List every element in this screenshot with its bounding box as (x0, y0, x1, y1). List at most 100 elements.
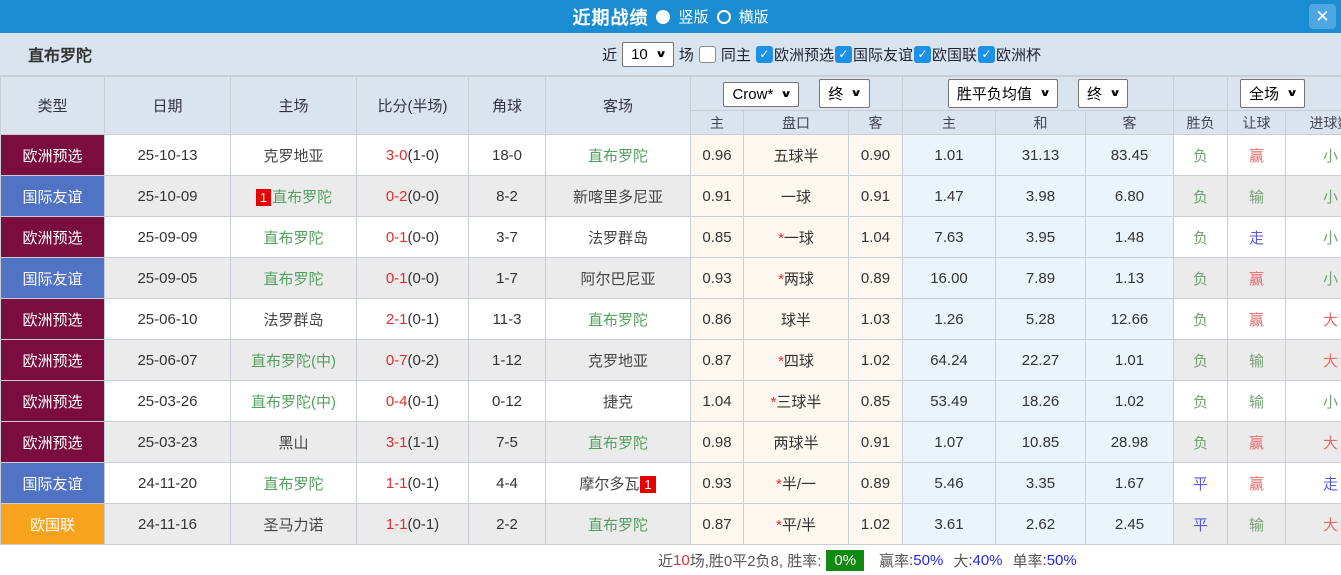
league-type-badge: 欧洲预选 (0, 380, 105, 422)
full-time-score: 1-1 (385, 515, 408, 533)
star-marker: * (775, 516, 782, 534)
europe-draw-odds: 18.26 (995, 380, 1086, 422)
result-outcome: 平 (1173, 462, 1228, 504)
corners: 7-5 (468, 421, 546, 463)
league-checkbox-1[interactable]: ✓ (834, 45, 852, 63)
win-rate-badge: 0% (826, 550, 865, 571)
league-checkbox-label: 国际友谊 (852, 46, 913, 64)
match-score: 3-0(1-0) (356, 134, 469, 176)
half-time-score: (1-1) (407, 433, 440, 451)
goals-outcome: 小 (1284, 380, 1341, 422)
crow-home-odds: 0.86 (690, 298, 744, 340)
summary-count: 10 (673, 552, 690, 569)
horizontal-layout-radio[interactable] (716, 9, 731, 24)
odd-rate-label: 单率 (1012, 553, 1043, 570)
scope-select[interactable]: 全场 ∨ (1240, 79, 1306, 108)
europe-period-select[interactable]: 终 ∨ (1078, 79, 1129, 108)
odd-rate-value: :50% (1042, 552, 1077, 569)
europe-period-value: 终 (1087, 86, 1103, 103)
vertical-layout-label[interactable]: 竖版 (678, 6, 708, 27)
match-score: 0-2(0-0) (356, 175, 469, 217)
results-table: 类型 日期 主场 比分(半场) 角球 客场 Crow* ∨ 终 ∨ 胜平负均值 … (0, 76, 1341, 545)
corners: 1-7 (468, 257, 546, 299)
vertical-layout-radio[interactable] (656, 9, 671, 24)
league-checkbox-0[interactable]: ✓ (755, 45, 773, 63)
match-date: 24-11-20 (104, 462, 231, 504)
handicap-line: 球半 (743, 298, 849, 340)
home-team: 直布罗陀 (230, 216, 357, 258)
handicap-line: 一球 (743, 175, 849, 217)
star-marker: * (770, 393, 777, 411)
europe-home-odds: 53.49 (902, 380, 996, 422)
summary-record: 场,胜0平2负8, 胜率: (689, 553, 822, 570)
subcol-eu-draw: 和 (995, 110, 1086, 135)
check-icon: ✓ (759, 47, 770, 61)
col-away: 客场 (545, 76, 691, 135)
away-team: 阿尔巴尼亚 (545, 257, 691, 299)
match-rows: 欧洲预选 25-10-13 克罗地亚 3-0(1-0) 18-0 直布罗陀 0.96 五球半 0… (0, 134, 1341, 545)
match-count-select[interactable]: 10 ∨ (622, 41, 674, 67)
team-label: 克罗地亚 (587, 352, 648, 370)
away-team: 摩尔多瓦 1 (545, 462, 691, 504)
team-label: 直布罗陀 (587, 516, 648, 534)
summary-near: 近 (658, 553, 674, 570)
close-icon[interactable]: ✕ (1309, 4, 1336, 29)
europe-home-odds: 1.07 (902, 421, 996, 463)
scope-header: 全场 ∨ (1226, 76, 1341, 111)
half-time-score: (0-1) (407, 474, 440, 492)
away-team: 捷克 (545, 380, 691, 422)
match-score: 0-7(0-2) (356, 339, 469, 381)
result-outcome: 负 (1173, 175, 1228, 217)
europe-avg-select[interactable]: 胜平负均值 ∨ (947, 79, 1058, 108)
match-score: 0-4(0-1) (356, 380, 469, 422)
league-type-badge: 国际友谊 (0, 257, 105, 299)
team-label: 摩尔多瓦 (579, 475, 640, 493)
scope-value: 全场 (1249, 86, 1280, 103)
odds-period-select[interactable]: 终 ∨ (819, 79, 870, 108)
match-score: 0-1(0-0) (356, 216, 469, 258)
result-outcome: 负 (1173, 339, 1228, 381)
away-team: 直布罗陀 (545, 298, 691, 340)
handicap-outcome: 赢 (1227, 298, 1286, 340)
odds-company-select[interactable]: Crow* ∨ (723, 82, 800, 107)
league-checkbox-label: 欧洲预选 (773, 46, 834, 64)
europe-away-odds: 2.45 (1085, 503, 1174, 545)
col-date: 日期 (104, 76, 231, 135)
star-marker: * (778, 270, 784, 288)
check-icon: ✓ (981, 47, 992, 61)
europe-avg-value: 胜平负均值 (956, 86, 1032, 103)
league-type-badge: 欧洲预选 (0, 134, 105, 176)
league-checkbox-3[interactable]: ✓ (977, 45, 995, 63)
league-checkbox-2[interactable]: ✓ (913, 45, 931, 63)
chevron-down-icon: ∨ (780, 89, 793, 100)
match-count-value: 10 (631, 45, 648, 63)
half-time-score: (1-0) (407, 146, 440, 164)
corners: 0-12 (468, 380, 546, 422)
chevron-down-icon: ∨ (1108, 88, 1122, 99)
europe-draw-odds: 7.89 (995, 257, 1086, 299)
match-score: 2-1(0-1) (356, 298, 469, 340)
goals-outcome: 大 (1284, 298, 1341, 340)
europe-away-odds: 28.98 (1085, 421, 1174, 463)
crow-home-odds: 0.87 (690, 503, 744, 545)
chevron-down-icon: ∨ (1285, 88, 1299, 99)
same-home-checkbox[interactable] (698, 45, 716, 63)
europe-away-odds: 1.67 (1085, 462, 1174, 504)
red-card-badge: 1 (255, 188, 272, 206)
goals-outcome: 大 (1284, 421, 1341, 463)
away-team: 克罗地亚 (545, 339, 691, 381)
handicap-win-rate-label: 赢率 (879, 553, 910, 570)
match-score: 3-1(1-1) (356, 421, 469, 463)
europe-odds-header: 胜平负均值 ∨ 终 ∨ (902, 76, 1174, 111)
match-date: 25-09-05 (104, 257, 231, 299)
match-date: 25-03-23 (104, 421, 231, 463)
summary-bar: 近 10 场,胜0平2负8, 胜率: 0% 赢率 :50% 大 :40% 单率 … (0, 545, 1341, 575)
europe-away-odds: 1.02 (1085, 380, 1174, 422)
horizontal-layout-label[interactable]: 横版 (739, 6, 769, 27)
team-label: 阿尔巴尼亚 (580, 270, 656, 288)
half-time-score: (0-0) (407, 228, 440, 246)
league-checkbox-label: 欧国联 (931, 46, 977, 64)
goals-outcome: 小 (1284, 216, 1341, 258)
home-team: 直布罗陀(中) (230, 339, 357, 381)
europe-away-odds: 1.01 (1085, 339, 1174, 381)
